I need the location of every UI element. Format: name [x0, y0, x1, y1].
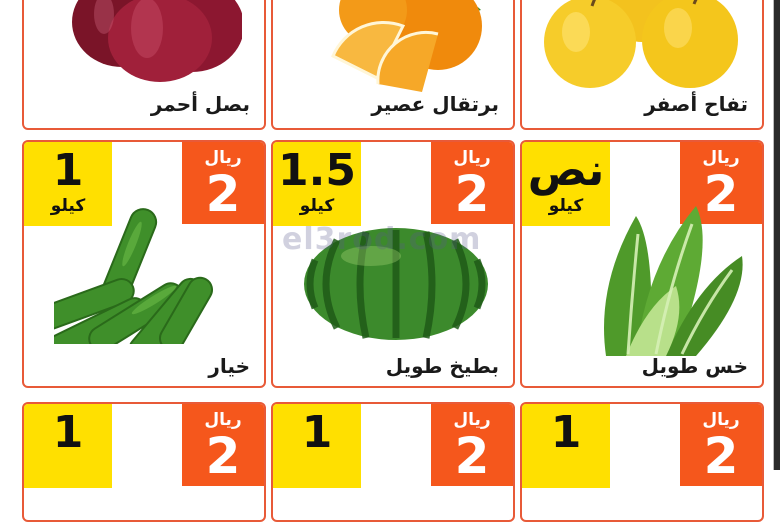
product-name: برتقال عصير: [371, 92, 499, 116]
price-value: 2: [454, 165, 490, 223]
product-name: بطيخ طويل: [385, 354, 499, 378]
product-card-red-onion: بصل أحمر: [22, 0, 266, 130]
product-name: خس طويل: [641, 354, 748, 378]
quantity-value: نص: [527, 145, 605, 196]
product-name: بصل أحمر: [150, 92, 250, 116]
price-badge: ريال 2: [182, 404, 264, 486]
quantity-value: 1: [550, 407, 582, 458]
price-badge: ريال 2: [680, 404, 762, 486]
quantity-badge: 1: [24, 404, 112, 488]
product-card-yellow-apple: تفاح أصفر: [520, 0, 764, 130]
price-badge: ريال 2: [431, 142, 513, 224]
product-card: ريال 2 1: [520, 402, 764, 522]
cucumber-icon: [54, 208, 213, 344]
quantity-value: 1: [301, 407, 333, 458]
product-card-orange: برتقال عصير: [271, 0, 515, 130]
product-card: ريال 2 1: [271, 402, 515, 522]
lettuce-icon: [604, 206, 743, 356]
product-name: تفاح أصفر: [644, 92, 748, 116]
product-card: ريال 2 1: [22, 402, 266, 522]
price-value: 2: [454, 427, 490, 485]
price-badge: ريال 2: [431, 404, 513, 486]
product-card-lettuce: ريال 2 نص كيلو خس طويل: [520, 140, 764, 388]
quantity-badge: 1: [522, 404, 610, 488]
quantity-badge: 1: [273, 404, 361, 488]
quantity-value: 1: [52, 407, 84, 458]
product-card-watermelon: ريال 2 1.5 كيلو بطيخ طويل: [271, 140, 515, 388]
quantity-badge: 1.5 كيلو: [273, 142, 361, 226]
quantity-value: 1.5: [278, 145, 356, 196]
watermark: el3rod.com: [282, 222, 482, 257]
product-card-cucumber: ريال 2 1 كيلو خيار: [22, 140, 266, 388]
orange-icon: [331, 0, 482, 92]
product-name: خيار: [208, 354, 250, 378]
right-edge-bar: [774, 0, 780, 470]
price-value: 2: [205, 427, 241, 485]
price-value: 2: [703, 427, 739, 485]
yellow-apple-icon: [544, 0, 738, 88]
quantity-value: 1: [52, 145, 84, 196]
unit-label: كيلو: [299, 196, 335, 216]
red-onion-icon: [72, 0, 242, 82]
